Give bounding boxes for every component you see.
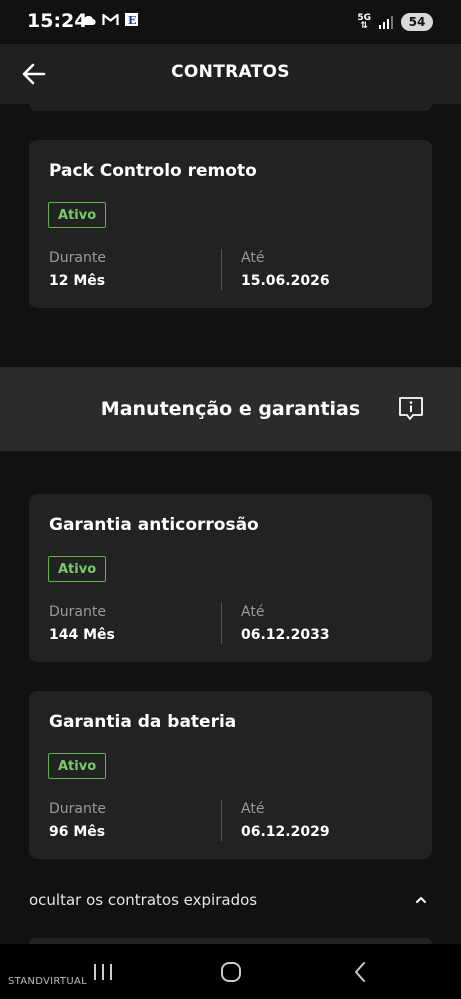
duration-value: 96 Mês: [49, 824, 106, 840]
info-icon: [399, 397, 423, 420]
recents-icon: [94, 964, 112, 980]
divider: [221, 603, 222, 644]
until-value: 06.12.2033: [241, 627, 330, 643]
until-value: 15.06.2026: [241, 273, 330, 289]
status-time: 15:24: [27, 10, 88, 32]
duration-label: Durante: [49, 604, 106, 620]
duration-value: 12 Mês: [49, 273, 106, 289]
until-value: 06.12.2029: [241, 824, 330, 840]
until-label: Até: [241, 801, 265, 817]
home-icon: [221, 962, 241, 982]
expresso-icon: E: [125, 13, 138, 26]
recent-apps-button[interactable]: [90, 960, 116, 984]
watermark-logo: STANDVIRTUAL: [8, 976, 87, 987]
page-title: CONTRATOS: [171, 62, 290, 82]
card-title: Garantia anticorrosão: [49, 515, 259, 535]
chevron-left-icon: [355, 962, 365, 982]
card-title: Pack Controlo remoto: [49, 161, 257, 181]
duration-value: 144 Mês: [49, 627, 115, 643]
svg-text:E: E: [128, 14, 136, 26]
hide-expired-toggle[interactable]: ocultar os contratos expirados: [29, 888, 432, 914]
signal-icon: [379, 15, 393, 29]
system-nav-bar: [0, 944, 461, 999]
until-label: Até: [241, 604, 265, 620]
back-nav-button[interactable]: [348, 960, 374, 984]
system-icons: 5G ⇅ 54: [357, 13, 433, 31]
home-button[interactable]: [218, 960, 244, 984]
card-title: Garantia da bateria: [49, 712, 237, 732]
notification-icons: E: [80, 13, 138, 26]
chevron-up-icon: [416, 897, 426, 903]
divider: [221, 249, 222, 290]
toggle-label: ocultar os contratos expirados: [29, 891, 258, 909]
contract-card[interactable]: Pack Controlo remoto Ativo Durante 12 Mê…: [29, 140, 432, 308]
app-bar: CONTRATOS: [0, 44, 461, 104]
previous-card-edge: [29, 104, 432, 111]
warranty-card[interactable]: Garantia da bateria Ativo Durante 96 Mês…: [29, 691, 432, 859]
network-type: 5G ⇅: [357, 13, 371, 31]
divider: [221, 800, 222, 841]
status-badge: Ativo: [48, 202, 107, 228]
status-badge: Ativo: [48, 753, 107, 779]
battery-indicator: 54: [401, 13, 433, 31]
warranty-card[interactable]: Garantia anticorrosão Ativo Durante 144 …: [29, 494, 432, 662]
duration-label: Durante: [49, 801, 106, 817]
info-button[interactable]: [398, 396, 424, 422]
cloud-icon: [81, 15, 96, 25]
duration-label: Durante: [49, 250, 106, 266]
until-label: Até: [241, 250, 265, 266]
section-header: Manutenção e garantias: [0, 367, 461, 451]
status-badge: Ativo: [48, 556, 107, 582]
gmail-icon: [102, 13, 119, 25]
status-bar: 15:24 E 5G ⇅ 54: [0, 0, 461, 44]
section-title: Manutenção e garantias: [100, 398, 361, 420]
